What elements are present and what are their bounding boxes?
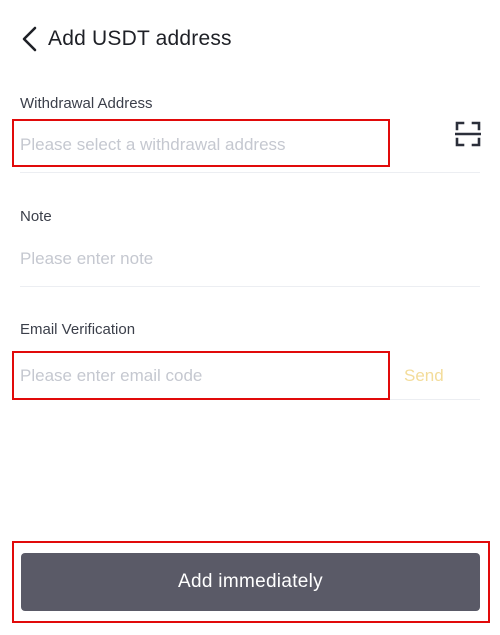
email-verification-label: Email Verification [20, 321, 136, 338]
divider [20, 172, 480, 173]
scan-button[interactable] [452, 118, 484, 150]
chevron-left-icon [22, 26, 37, 52]
withdrawal-address-highlight [12, 119, 390, 167]
email-code-highlight [12, 351, 390, 400]
scan-qr-icon [455, 121, 481, 147]
back-button[interactable] [14, 22, 44, 56]
send-code-button[interactable]: Send [404, 364, 458, 388]
divider [20, 286, 480, 287]
note-label: Note [20, 208, 52, 225]
page-title: Add USDT address [48, 27, 232, 50]
add-immediately-button[interactable]: Add immediately [21, 553, 480, 611]
header-bar: Add USDT address [0, 0, 500, 76]
note-input[interactable] [20, 247, 460, 271]
withdrawal-address-label: Withdrawal Address [20, 95, 153, 112]
